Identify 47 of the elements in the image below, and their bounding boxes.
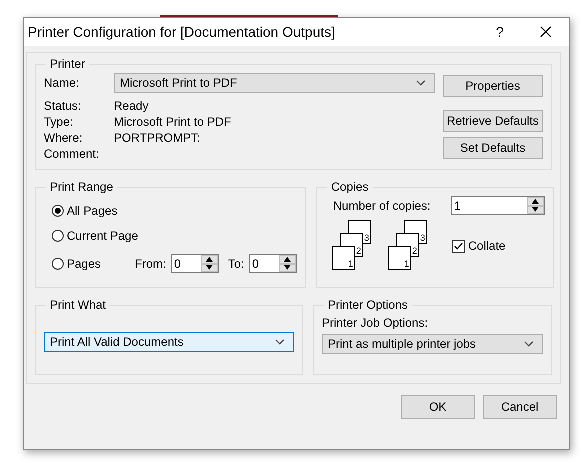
copies-field[interactable]: 1 bbox=[451, 196, 546, 215]
dialog-button[interactable]: Set Defaults bbox=[443, 137, 543, 159]
print-what-dropdown[interactable]: Print All Valid Documents bbox=[44, 332, 294, 352]
field-label: Where: bbox=[44, 131, 84, 145]
checkbox-label: Collate bbox=[468, 239, 506, 253]
radio-button[interactable] bbox=[52, 258, 64, 270]
field-label: Comment: bbox=[44, 147, 100, 161]
group-title: Printer bbox=[49, 57, 86, 71]
dialog-button[interactable]: Retrieve Defaults bbox=[443, 110, 543, 132]
close-icon[interactable] bbox=[540, 26, 552, 38]
field-value: Microsoft Print to PDF bbox=[114, 115, 232, 129]
field-value: Ready bbox=[114, 99, 150, 113]
dialog-button[interactable]: Properties bbox=[443, 75, 543, 97]
dropdown-caret-icon bbox=[275, 339, 285, 345]
field-label: To: bbox=[228, 256, 244, 270]
job-options-dropdown[interactable]: Print as multiple printer jobs bbox=[322, 334, 543, 354]
radio-button[interactable] bbox=[52, 230, 64, 242]
window-title: Printer Configuration for [Documentation Outputs] bbox=[28, 24, 336, 40]
group-title: Copies bbox=[330, 180, 370, 194]
dropdown-caret-icon bbox=[524, 341, 534, 347]
field-label: Number of copies: bbox=[333, 198, 432, 212]
dialog-button[interactable]: OK bbox=[401, 395, 475, 419]
radio-button[interactable] bbox=[52, 205, 64, 217]
help-button[interactable]: ? bbox=[477, 24, 523, 40]
field-label: Status: bbox=[44, 99, 82, 113]
field-value: PORTPROMPT: bbox=[114, 131, 202, 145]
field-label: From: bbox=[135, 256, 166, 270]
group-title: Print What bbox=[49, 298, 108, 312]
radio-label: All Pages bbox=[67, 204, 118, 218]
radio-label: Current Page bbox=[67, 229, 138, 243]
group-title: Printer Options bbox=[327, 298, 410, 312]
page-stack-drawing: 3 2 1 bbox=[332, 220, 372, 272]
to-field[interactable]: 0 bbox=[249, 254, 298, 273]
spin-buttons[interactable] bbox=[527, 197, 544, 214]
spin-buttons[interactable] bbox=[279, 255, 296, 272]
field-label: Printer Job Options: bbox=[322, 316, 430, 330]
checkbox[interactable] bbox=[452, 240, 466, 252]
group-title: Print Range bbox=[49, 180, 114, 194]
printer-dropdown[interactable]: Microsoft Print to PDF bbox=[114, 73, 435, 93]
spin-buttons[interactable] bbox=[201, 255, 218, 272]
from-field[interactable]: 0 bbox=[171, 254, 220, 273]
dialog-button[interactable]: Cancel bbox=[483, 395, 557, 419]
field-label: Name: bbox=[44, 76, 80, 90]
dropdown-caret-icon bbox=[416, 80, 426, 86]
page-stack-drawing: 3 2 1 bbox=[388, 220, 428, 272]
radio-label: Pages bbox=[67, 256, 102, 270]
field-label: Type: bbox=[44, 115, 74, 129]
